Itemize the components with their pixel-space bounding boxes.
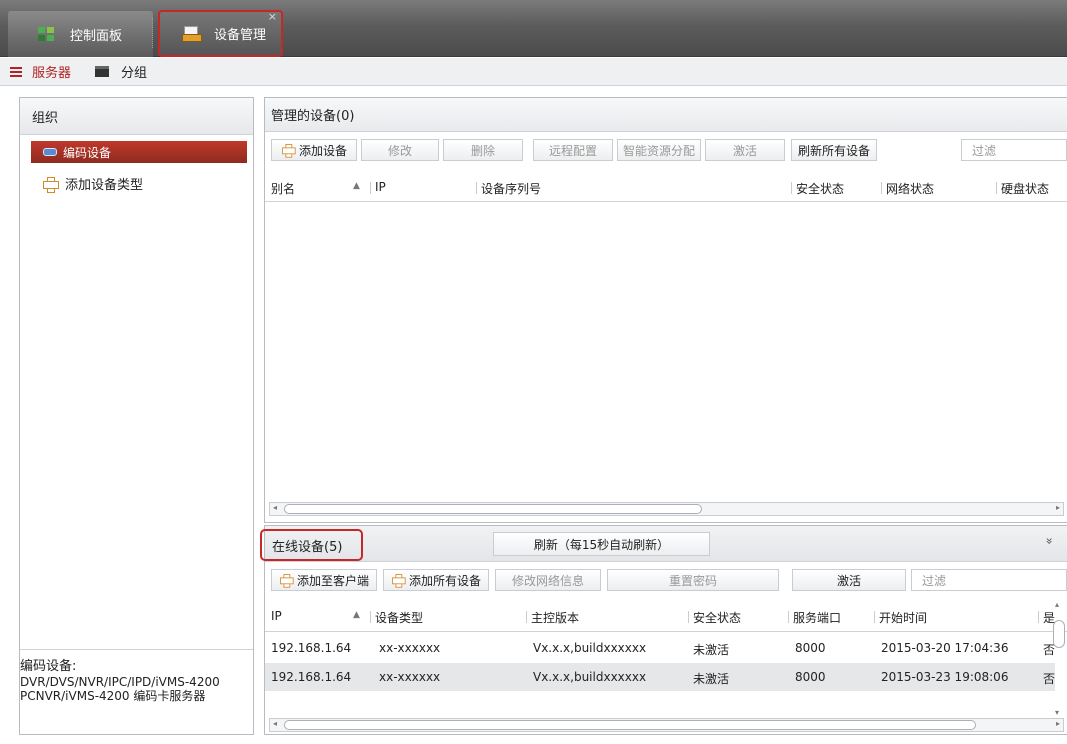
scroll-left-icon[interactable]: ◂	[273, 719, 277, 728]
column-firmware-version[interactable]: 主控版本	[525, 609, 579, 626]
tab-separator	[152, 18, 154, 48]
tree-item-add-device-type[interactable]: 添加设备类型	[43, 174, 143, 193]
column-ip[interactable]: IP	[370, 180, 386, 194]
online-filter-input[interactable]: 过滤	[911, 569, 1067, 591]
reset-password-button[interactable]: 重置密码	[607, 569, 779, 591]
refresh-all-devices-button[interactable]: 刷新所有设备	[791, 139, 877, 161]
subtab-server[interactable]: 服务器	[10, 62, 71, 81]
column-ip[interactable]: IP	[271, 609, 282, 623]
cell-start-time: 2015-03-23 19:08:06	[881, 670, 1009, 684]
delete-button[interactable]: 删除	[443, 139, 523, 161]
description-line-2: PCNVR/iVMS-4200 编码卡服务器	[20, 689, 206, 703]
column-device-type[interactable]: 设备类型	[369, 609, 423, 626]
modify-network-info-button[interactable]: 修改网络信息	[495, 569, 601, 591]
refresh-button[interactable]: 刷新（每15秒自动刷新）	[493, 532, 710, 556]
column-service-port[interactable]: 服务端口	[787, 609, 841, 626]
cell-ip: 192.168.1.64	[271, 670, 352, 684]
online-table-header: IP ▲ 设备类型 主控版本 安全状态 服务端口 开始时间 是	[265, 602, 1067, 632]
description-line-1: DVR/DVS/NVR/IPC/IPD/iVMS-4200	[20, 675, 220, 689]
activate-online-button[interactable]: 激活	[792, 569, 906, 591]
remote-config-button[interactable]: 远程配置	[533, 139, 613, 161]
scroll-up-icon[interactable]: ▴	[1055, 600, 1059, 609]
server-icon	[10, 66, 22, 77]
add-all-devices-label: 添加所有设备	[408, 573, 481, 588]
description-label: 编码设备:	[20, 659, 77, 674]
organization-panel: 组织 编码设备 添加设备类型 编码设备: DVR/DVS/NVR/IPC/IPD…	[19, 97, 254, 735]
tab-device-manager-label: 设备管理	[214, 28, 267, 43]
scroll-right-icon[interactable]: ▸	[1056, 503, 1060, 512]
tree-item-label: 编码设备	[63, 145, 112, 160]
add-device-button[interactable]: 添加设备	[271, 139, 357, 161]
tab-control-panel[interactable]: 控制面板	[8, 11, 153, 57]
subtab-group-label: 分组	[121, 66, 148, 81]
sort-asc-icon: ▲	[353, 181, 360, 191]
cell-version: Vx.x.x,buildxxxxxx	[533, 670, 647, 684]
column-alias[interactable]: 别名	[271, 180, 295, 197]
add-all-devices-button[interactable]: 添加所有设备	[383, 569, 489, 591]
device-manager-icon	[182, 25, 202, 42]
column-disk[interactable]: 硬盘状态	[995, 180, 1049, 197]
encoding-device-icon	[43, 148, 57, 156]
scroll-right-icon[interactable]: ▸	[1056, 719, 1060, 728]
cell-device-type: xx-xxxxxx	[379, 670, 441, 684]
tab-control-panel-label: 控制面板	[70, 28, 123, 44]
online-toolbar: 添加至客户端 添加所有设备 修改网络信息 重置密码 激活 过滤	[265, 563, 1067, 601]
tab-device-manager[interactable]: 设备管理 ×	[158, 10, 283, 57]
add-to-client-button[interactable]: 添加至客户端	[271, 569, 377, 591]
table-row[interactable]: 192.168.1.64 xx-xxxxxx Vx.x.x,buildxxxxx…	[265, 663, 1055, 691]
scroll-thumb[interactable]	[1053, 620, 1065, 648]
horizontal-scrollbar[interactable]: ◂ ▸	[269, 718, 1064, 732]
subtab-server-label: 服务器	[32, 66, 72, 81]
cell-version: Vx.x.x,buildxxxxxx	[533, 641, 647, 655]
activate-button[interactable]: 激活	[705, 139, 785, 161]
group-icon	[95, 66, 110, 77]
online-devices-header: 在线设备(5) 刷新（每15秒自动刷新） »	[260, 526, 1067, 562]
collapse-icon[interactable]: »	[1042, 537, 1056, 544]
managed-toolbar: 添加设备 修改 删除 远程配置 智能资源分配 激活 刷新所有设备 过滤	[265, 133, 1067, 173]
column-network[interactable]: 网络状态	[880, 180, 934, 197]
subtab-group[interactable]: 分组	[81, 62, 147, 81]
managed-devices-header: 管理的设备(0)	[265, 98, 1067, 132]
plus-icon	[392, 574, 406, 588]
cell-device-type: xx-xxxxxx	[379, 641, 441, 655]
managed-table-header: 别名 ▲ IP 设备序列号 安全状态 网络状态 硬盘状态	[265, 174, 1067, 202]
sort-asc-icon: ▲	[353, 610, 360, 620]
scroll-thumb[interactable]	[284, 504, 702, 514]
filter-input[interactable]: 过滤	[961, 139, 1067, 161]
cell-security: 未激活	[693, 643, 730, 657]
scroll-down-icon[interactable]: ▾	[1055, 708, 1059, 717]
cell-security: 未激活	[693, 672, 730, 686]
online-devices-panel: 在线设备(5) 刷新（每15秒自动刷新） » 添加至客户端 添加所有设备 修改网…	[260, 525, 1067, 735]
managed-devices-panel: 管理的设备(0) 添加设备 修改 删除 远程配置 智能资源分配 激活 刷新所有设…	[264, 97, 1067, 523]
column-serial[interactable]: 设备序列号	[475, 180, 541, 197]
add-to-client-label: 添加至客户端	[296, 573, 369, 588]
device-type-description: 编码设备: DVR/DVS/NVR/IPC/IPD/iVMS-4200 PCNV…	[20, 649, 253, 734]
smart-resource-allocation-button[interactable]: 智能资源分配	[617, 139, 701, 161]
plus-icon	[280, 574, 294, 588]
column-security[interactable]: 安全状态	[790, 180, 844, 197]
top-tab-bar: 控制面板 设备管理 ×	[0, 0, 1067, 57]
horizontal-scrollbar[interactable]: ◂ ▸	[269, 502, 1064, 516]
cell-start-time: 2015-03-20 17:04:36	[881, 641, 1009, 655]
column-start-time[interactable]: 开始时间	[873, 609, 927, 626]
vertical-scrollbar[interactable]: ▴ ▾	[1053, 600, 1065, 720]
add-device-label: 添加设备	[298, 143, 347, 158]
scroll-thumb[interactable]	[284, 720, 976, 730]
plus-icon	[282, 144, 296, 158]
table-row[interactable]: 192.168.1.64 xx-xxxxxx Vx.x.x,buildxxxxx…	[265, 634, 1055, 662]
sub-tab-bar: 服务器 分组	[0, 58, 1067, 86]
cell-port: 8000	[795, 670, 826, 684]
close-icon[interactable]: ×	[268, 10, 277, 23]
column-security[interactable]: 安全状态	[687, 609, 741, 626]
scroll-left-icon[interactable]: ◂	[273, 503, 277, 512]
cell-ip: 192.168.1.64	[271, 641, 352, 655]
cell-port: 8000	[795, 641, 826, 655]
online-devices-title: 在线设备(5)	[260, 529, 363, 561]
tree-item-label: 添加设备类型	[65, 178, 144, 193]
control-panel-icon	[38, 27, 54, 41]
tree-item-encoding-device[interactable]: 编码设备	[31, 141, 247, 163]
modify-button[interactable]: 修改	[361, 139, 439, 161]
plus-icon	[43, 176, 59, 193]
organization-header: 组织	[20, 98, 253, 135]
